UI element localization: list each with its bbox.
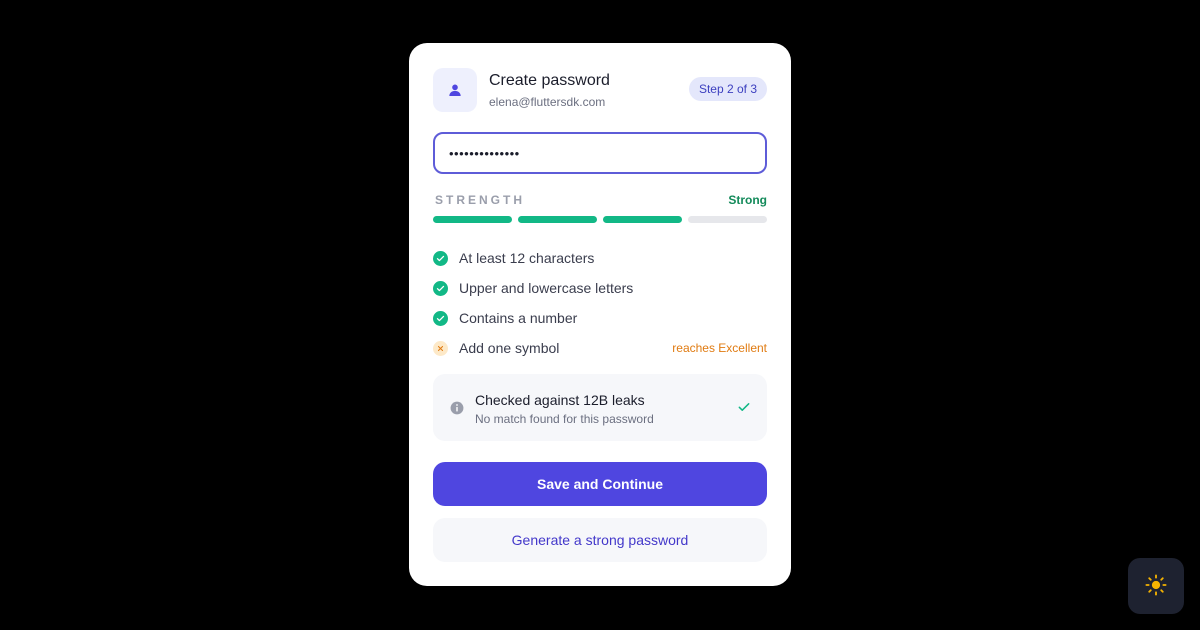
strength-segment [688,216,767,223]
theme-toggle-button[interactable] [1128,558,1184,614]
strength-segment [603,216,682,223]
sun-icon [1145,573,1167,599]
requirement-item: Contains a number [433,303,767,333]
requirement-item: At least 12 characters [433,243,767,273]
leak-check-panel: Checked against 12B leaks No match found… [433,374,767,441]
check-circle-icon [433,280,448,296]
card-header: Create password elena@fluttersdk.com Ste… [433,68,767,112]
save-and-continue-button[interactable]: Save and Continue [433,462,767,506]
generate-password-button[interactable]: Generate a strong password [433,518,767,562]
requirement-label: Contains a number [459,310,578,326]
requirement-hint: reaches Excellent [672,341,767,355]
requirement-item: Upper and lowercase letters [433,273,767,303]
requirement-label: Add one symbol [459,340,560,356]
requirement-item: Add one symbol reaches Excellent [433,333,767,363]
strength-meter [433,216,767,223]
strength-segment [518,216,597,223]
password-card: Create password elena@fluttersdk.com Ste… [409,43,791,586]
strength-value: Strong [728,193,767,207]
step-badge: Step 2 of 3 [688,77,767,101]
info-icon [450,401,464,420]
check-circle-icon [433,310,448,326]
requirement-label: At least 12 characters [459,250,595,266]
leak-check-subtitle: No match found for this password [475,412,654,426]
account-email: elena@fluttersdk.com [489,95,606,109]
requirements-list: At least 12 characters Upper and lowercas… [433,243,767,363]
leak-check-title: Checked against 12B leaks [475,392,645,408]
strength-segment [433,216,512,223]
page-title: Create password [489,72,610,89]
user-icon [433,68,477,112]
x-circle-icon [433,340,448,356]
check-icon [737,400,751,419]
password-input[interactable] [433,132,767,174]
strength-label: STRENGTH [435,193,525,207]
check-circle-icon [433,250,448,266]
requirement-label: Upper and lowercase letters [459,280,634,296]
